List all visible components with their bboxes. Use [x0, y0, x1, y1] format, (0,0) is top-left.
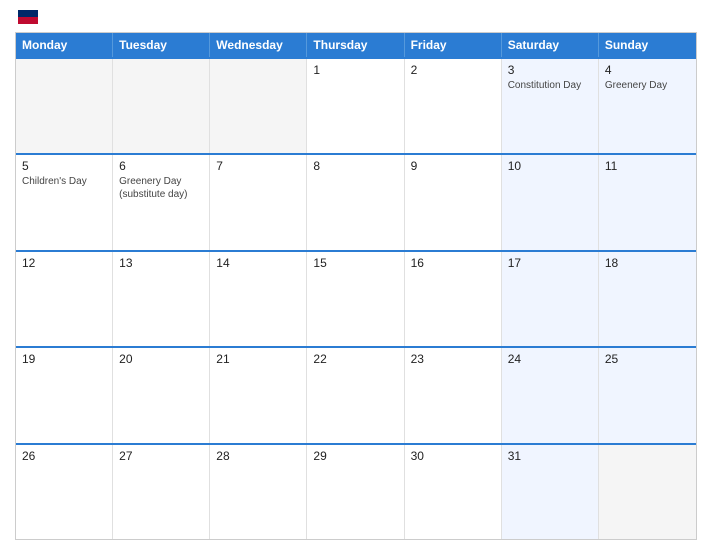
logo-flag-icon	[18, 10, 38, 24]
cal-cell: 12	[16, 252, 113, 346]
cal-cell: 18	[599, 252, 696, 346]
day-number: 28	[216, 449, 300, 463]
header	[15, 10, 697, 24]
cal-cell: 20	[113, 348, 210, 442]
cal-cell: 24	[502, 348, 599, 442]
cal-cell	[599, 445, 696, 539]
day-number: 13	[119, 256, 203, 270]
cal-cell: 4 Greenery Day	[599, 59, 696, 153]
cal-cell: 6 Greenery Day (substitute day)	[113, 155, 210, 249]
week-row-2: 5 Children's Day 6 Greenery Day (substitute…	[16, 153, 696, 249]
day-number: 26	[22, 449, 106, 463]
cal-cell	[113, 59, 210, 153]
cal-cell: 14	[210, 252, 307, 346]
cal-cell: 30	[405, 445, 502, 539]
cal-cell: 25	[599, 348, 696, 442]
day-number: 10	[508, 159, 592, 173]
day-number: 12	[22, 256, 106, 270]
cal-cell: 11	[599, 155, 696, 249]
week-row-4: 19 20 21 22 23 24 25	[16, 346, 696, 442]
week-row-3: 12 13 14 15 16 17 18	[16, 250, 696, 346]
cal-cell: 17	[502, 252, 599, 346]
cal-cell: 28	[210, 445, 307, 539]
holiday-label: Children's Day	[22, 176, 87, 187]
day-number: 27	[119, 449, 203, 463]
cal-cell: 8	[307, 155, 404, 249]
day-number: 19	[22, 352, 106, 366]
day-number: 29	[313, 449, 397, 463]
cal-cell	[210, 59, 307, 153]
weekday-header-thursday: Thursday	[307, 33, 404, 57]
holiday-label: Greenery Day	[605, 80, 667, 91]
weekday-header-sunday: Sunday	[599, 33, 696, 57]
day-number: 24	[508, 352, 592, 366]
day-number: 30	[411, 449, 495, 463]
day-number: 23	[411, 352, 495, 366]
weekday-header-monday: Monday	[16, 33, 113, 57]
day-number: 31	[508, 449, 592, 463]
holiday-label: Constitution Day	[508, 80, 581, 91]
cal-cell: 19	[16, 348, 113, 442]
cal-cell: 7	[210, 155, 307, 249]
weekday-header-wednesday: Wednesday	[210, 33, 307, 57]
day-number: 20	[119, 352, 203, 366]
logo	[15, 10, 38, 24]
calendar-page: MondayTuesdayWednesdayThursdayFridaySatu…	[0, 0, 712, 550]
day-number: 8	[313, 159, 397, 173]
cal-cell: 23	[405, 348, 502, 442]
cal-cell: 5 Children's Day	[16, 155, 113, 249]
day-number: 6	[119, 159, 203, 173]
day-number: 7	[216, 159, 300, 173]
calendar-body: 123Constitution Day4Greenery Day5Childre…	[16, 57, 696, 539]
day-number: 11	[605, 159, 690, 173]
day-number: 1	[313, 63, 397, 77]
cal-cell: 31	[502, 445, 599, 539]
weekday-header-saturday: Saturday	[502, 33, 599, 57]
calendar-header: MondayTuesdayWednesdayThursdayFridaySatu…	[16, 33, 696, 57]
cal-cell: 1	[307, 59, 404, 153]
cal-cell: 26	[16, 445, 113, 539]
cal-cell: 16	[405, 252, 502, 346]
cal-cell: 3 Constitution Day	[502, 59, 599, 153]
day-number: 25	[605, 352, 690, 366]
day-number: 22	[313, 352, 397, 366]
week-row-5: 26 27 28 29 30 31	[16, 443, 696, 539]
day-number: 9	[411, 159, 495, 173]
day-number: 16	[411, 256, 495, 270]
cal-cell: 21	[210, 348, 307, 442]
day-number: 21	[216, 352, 300, 366]
cal-cell: 22	[307, 348, 404, 442]
day-number: 4	[605, 63, 690, 77]
cal-cell: 15	[307, 252, 404, 346]
cal-cell: 2	[405, 59, 502, 153]
calendar-grid: MondayTuesdayWednesdayThursdayFridaySatu…	[15, 32, 697, 540]
weekday-header-friday: Friday	[405, 33, 502, 57]
day-number: 18	[605, 256, 690, 270]
day-number: 2	[411, 63, 495, 77]
day-number: 17	[508, 256, 592, 270]
day-number: 5	[22, 159, 106, 173]
cal-cell: 9	[405, 155, 502, 249]
holiday-label: Greenery Day (substitute day)	[119, 176, 187, 200]
cal-cell: 13	[113, 252, 210, 346]
day-number: 14	[216, 256, 300, 270]
day-number: 3	[508, 63, 592, 77]
cal-cell: 10	[502, 155, 599, 249]
weekday-header-tuesday: Tuesday	[113, 33, 210, 57]
cal-cell	[16, 59, 113, 153]
cal-cell: 29	[307, 445, 404, 539]
week-row-1: 123 Constitution Day 4 Greenery Day	[16, 57, 696, 153]
cal-cell: 27	[113, 445, 210, 539]
day-number: 15	[313, 256, 397, 270]
